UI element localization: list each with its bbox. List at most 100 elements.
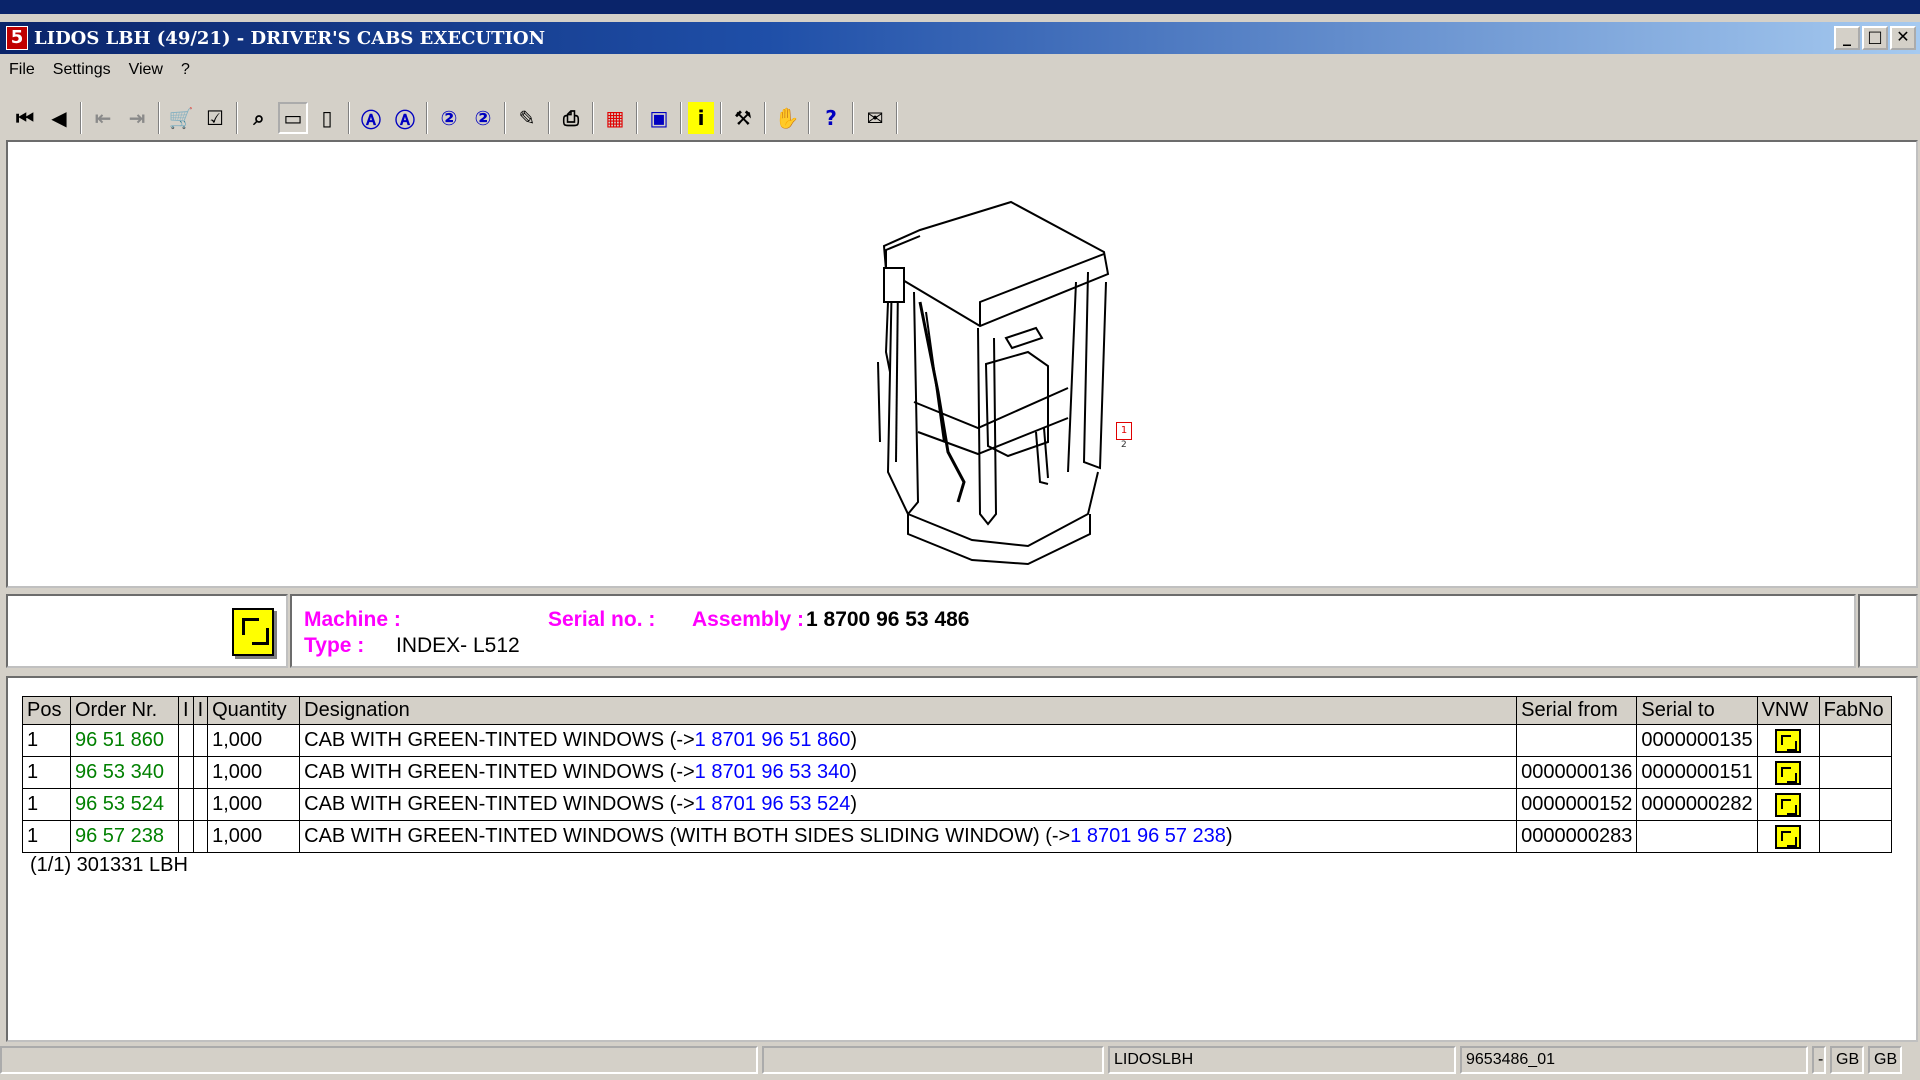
status-pane-2 xyxy=(762,1046,1104,1074)
cart-icon[interactable]: 🛒 xyxy=(166,102,196,134)
search-2-next-icon[interactable]: ② xyxy=(468,102,498,134)
cell-i2 xyxy=(192,820,209,853)
assembly-link-icon[interactable] xyxy=(232,608,274,656)
cell-serial-to: 0000000151 xyxy=(1636,756,1758,789)
menu-help[interactable]: ? xyxy=(172,61,199,79)
cell-designation: CAB WITH GREEN-TINTED WINDOWS (->1 8701 … xyxy=(299,756,1518,789)
minimize-button[interactable]: _ xyxy=(1834,26,1860,50)
mail-icon[interactable]: ✉ xyxy=(860,102,890,134)
col-vnw[interactable]: VNW xyxy=(1756,696,1820,725)
info-left-pane xyxy=(6,594,288,668)
parts-table: Pos Order Nr. I I Quantity Designation S… xyxy=(22,696,1892,853)
tools-icon[interactable]: ⚒ xyxy=(728,102,758,134)
print-icon[interactable]: ⎙ xyxy=(556,102,586,134)
col-serial-from[interactable]: Serial from xyxy=(1516,696,1638,725)
type-value: INDEX- L512 xyxy=(396,634,520,657)
forward-disabled-icon[interactable]: ⇥ xyxy=(122,102,152,134)
menu-view[interactable]: View xyxy=(120,61,172,79)
cell-order-nr[interactable]: 96 57 238 xyxy=(70,820,179,853)
cell-vnw xyxy=(1756,820,1820,853)
callout-secondary-label: 2 xyxy=(1121,440,1127,450)
page-icon[interactable]: ▭ xyxy=(278,102,308,134)
checklist-icon[interactable]: ☑ xyxy=(200,102,230,134)
cell-pos: 1 xyxy=(22,724,71,757)
info-right-pane xyxy=(1858,594,1918,668)
vnw-link-icon[interactable] xyxy=(1775,760,1802,785)
col-designation[interactable]: Designation xyxy=(299,696,1518,725)
table-row[interactable]: 1 96 51 860 1,000 CAB WITH GREEN-TINTED … xyxy=(22,724,1892,757)
table-row[interactable]: 1 96 53 340 1,000 CAB WITH GREEN-TINTED … xyxy=(22,756,1892,789)
handshake-icon[interactable]: ✋ xyxy=(772,102,802,134)
table-row[interactable]: 1 96 53 524 1,000 CAB WITH GREEN-TINTED … xyxy=(22,788,1892,821)
menu-file[interactable]: File xyxy=(0,61,44,79)
cell-order-nr[interactable]: 96 51 860 xyxy=(70,724,179,757)
cell-designation: CAB WITH GREEN-TINTED WINDOWS (WITH BOTH… xyxy=(299,820,1518,853)
info-icon[interactable]: i xyxy=(688,102,714,134)
first-record-icon[interactable]: ⏮ xyxy=(10,102,40,134)
toolbar-separator xyxy=(720,102,722,134)
col-fabno[interactable]: FabNo xyxy=(1818,696,1892,725)
col-order-nr[interactable]: Order Nr. xyxy=(70,696,179,725)
cell-order-nr[interactable]: 96 53 524 xyxy=(70,788,179,821)
drawing-panel[interactable]: 1 2 xyxy=(6,140,1918,588)
cell-i2 xyxy=(192,756,209,789)
assembly-reference-link[interactable]: 1 8701 96 53 524 xyxy=(695,793,851,815)
col-serial-to[interactable]: Serial to xyxy=(1636,696,1758,725)
page-flip-icon[interactable]: ▯ xyxy=(312,102,342,134)
top-strip xyxy=(0,0,1920,14)
search-2-icon[interactable]: ② xyxy=(434,102,464,134)
designation-text: CAB WITH GREEN-TINTED WINDOWS (-> xyxy=(304,729,695,751)
assembly-label: Assembly : xyxy=(692,608,805,631)
back-disabled-icon[interactable]: ⇤ xyxy=(88,102,118,134)
assembly-reference-link[interactable]: 1 8701 96 57 238 xyxy=(1070,825,1226,847)
close-button[interactable]: ✕ xyxy=(1890,26,1916,50)
cell-serial-from: 0000000152 xyxy=(1516,788,1638,821)
cell-vnw xyxy=(1756,756,1820,789)
cell-serial-to: 0000000135 xyxy=(1636,724,1758,757)
grid-icon[interactable]: ▦ xyxy=(600,102,630,134)
cell-i1 xyxy=(178,820,194,853)
cell-quantity: 1,000 xyxy=(207,820,301,853)
vnw-link-icon[interactable] xyxy=(1775,728,1802,753)
cab-drawing xyxy=(877,200,1110,566)
assembly-value: 1 8700 96 53 486 xyxy=(806,608,970,631)
toolbar-separator xyxy=(592,102,594,134)
menu-settings[interactable]: Settings xyxy=(44,61,120,79)
toolbar: ⏮ ◀ ⇤ ⇥ 🛒 ☑ ⌕ ▭ ▯ Ⓐ Ⓐ ② ② ✎ ⎙ ▦ ▣ i ⚒ ✋ … xyxy=(10,98,904,138)
zoom-icon[interactable]: ⌕ xyxy=(244,102,274,134)
maximize-button[interactable]: □ xyxy=(1862,26,1888,50)
designation-close: ) xyxy=(850,761,858,783)
vnw-link-icon[interactable] xyxy=(1775,792,1802,817)
toolbar-separator xyxy=(764,102,766,134)
search-a-next-icon[interactable]: Ⓐ xyxy=(390,102,420,134)
toolbar-separator xyxy=(426,102,428,134)
cell-designation: CAB WITH GREEN-TINTED WINDOWS (->1 8701 … xyxy=(299,788,1518,821)
cell-fabno xyxy=(1818,788,1892,821)
select-icon[interactable]: ▣ xyxy=(644,102,674,134)
status-bar: LIDOSLBH 9653486_01 - GB GB xyxy=(0,1046,1920,1076)
table-row[interactable]: 1 96 57 238 1,000 CAB WITH GREEN-TINTED … xyxy=(22,820,1892,853)
edit-icon[interactable]: ✎ xyxy=(512,102,542,134)
callout-marker[interactable]: 1 xyxy=(1116,422,1132,440)
vnw-link-icon[interactable] xyxy=(1775,824,1802,849)
cell-quantity: 1,000 xyxy=(207,756,301,789)
status-language: GB xyxy=(1830,1046,1864,1074)
search-a-icon[interactable]: Ⓐ xyxy=(356,102,386,134)
designation-close: ) xyxy=(850,793,858,815)
col-pos[interactable]: Pos xyxy=(22,696,71,725)
toolbar-separator xyxy=(548,102,550,134)
assembly-reference-link[interactable]: 1 8701 96 51 860 xyxy=(695,729,851,751)
cell-serial-from: 0000000283 xyxy=(1516,820,1638,853)
col-quantity[interactable]: Quantity xyxy=(207,696,301,725)
cell-designation: CAB WITH GREEN-TINTED WINDOWS (->1 8701 … xyxy=(299,724,1518,757)
cell-order-nr[interactable]: 96 53 340 xyxy=(70,756,179,789)
col-i1[interactable]: I xyxy=(178,696,194,725)
toolbar-separator xyxy=(636,102,638,134)
assembly-reference-link[interactable]: 1 8701 96 53 340 xyxy=(695,761,851,783)
lidos-help-icon[interactable]: ? xyxy=(816,102,846,134)
cell-fabno xyxy=(1818,724,1892,757)
designation-close: ) xyxy=(1225,825,1233,847)
previous-record-icon[interactable]: ◀ xyxy=(44,102,74,134)
parts-list-panel: Pos Order Nr. I I Quantity Designation S… xyxy=(6,676,1918,1042)
col-i2[interactable]: I xyxy=(192,696,209,725)
